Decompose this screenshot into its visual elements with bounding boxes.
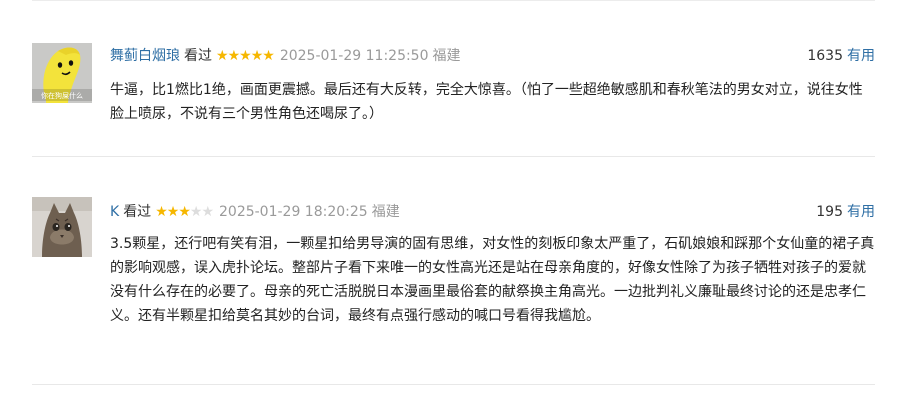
banana-avatar-image: 你在狗屎什么 xyxy=(32,43,92,103)
watched-status: 看过 xyxy=(184,48,212,64)
cat-avatar-image xyxy=(32,197,92,257)
avatar[interactable]: 你在狗屎什么 xyxy=(32,43,92,103)
comment-text: 3.5颗星，还行吧有笑有泪，一颗星扣给男导演的固有思维，对女性的刻板印象太严重了… xyxy=(110,236,875,324)
vote-area: 195 有用 xyxy=(816,202,875,222)
comment-location: 福建 xyxy=(371,204,400,220)
vote-count: 195 xyxy=(816,204,843,220)
vote-area: 1635 有用 xyxy=(807,46,875,66)
username-link[interactable]: K xyxy=(110,204,119,220)
avatar-caption: 你在狗屎什么 xyxy=(41,91,83,100)
comment-text: 牛逼，比1燃比1绝，画面更震撼。最后还有大反转，完全大惊喜。（怕了一些超绝敏感肌… xyxy=(110,82,863,122)
useful-button[interactable]: 有用 xyxy=(847,204,875,220)
rating-stars: ★★★★★ xyxy=(216,46,275,66)
comment-location: 福建 xyxy=(432,48,461,64)
comment-item: K 看过 ★★★★★ 2025-01-29 18:20:25 福建 195 有用 3.5颗… xyxy=(32,157,875,387)
avatar[interactable] xyxy=(32,197,92,257)
star-icon: ★ xyxy=(227,48,241,64)
useful-button[interactable]: 有用 xyxy=(847,48,875,64)
rating-stars: ★★★★★ xyxy=(155,202,214,222)
star-icon: ★ xyxy=(178,204,191,220)
star-icon: ★ xyxy=(216,48,229,64)
comment-item: 你在狗屎什么 舞蓟白烟琅 看过 ★★★★★ 2025-01-29 11:25:50 福建… xyxy=(32,0,875,157)
username-link[interactable]: 舞蓟白烟琅 xyxy=(110,48,180,64)
comments-panel: 你在狗屎什么 舞蓟白烟琅 看过 ★★★★★ 2025-01-29 11:25:50 福建… xyxy=(0,0,906,409)
star-icon: ★ xyxy=(166,204,180,220)
comment-time: 2025-01-29 18:20:25 xyxy=(219,204,368,220)
vote-count: 1635 xyxy=(807,48,843,64)
comment-divider xyxy=(32,384,875,385)
star-icon: ★ xyxy=(155,204,168,220)
star-icon: ★ xyxy=(201,204,214,220)
comment-meta: K 看过 ★★★★★ 2025-01-29 18:20:25 福建 xyxy=(110,202,400,222)
star-icon: ★ xyxy=(189,204,203,220)
star-icon: ★ xyxy=(250,48,264,64)
star-icon: ★ xyxy=(262,48,275,64)
comment-meta: 舞蓟白烟琅 看过 ★★★★★ 2025-01-29 11:25:50 福建 xyxy=(110,46,461,66)
star-icon: ★ xyxy=(239,48,252,64)
watched-status: 看过 xyxy=(123,204,152,220)
comment-time: 2025-01-29 11:25:50 xyxy=(279,48,429,64)
